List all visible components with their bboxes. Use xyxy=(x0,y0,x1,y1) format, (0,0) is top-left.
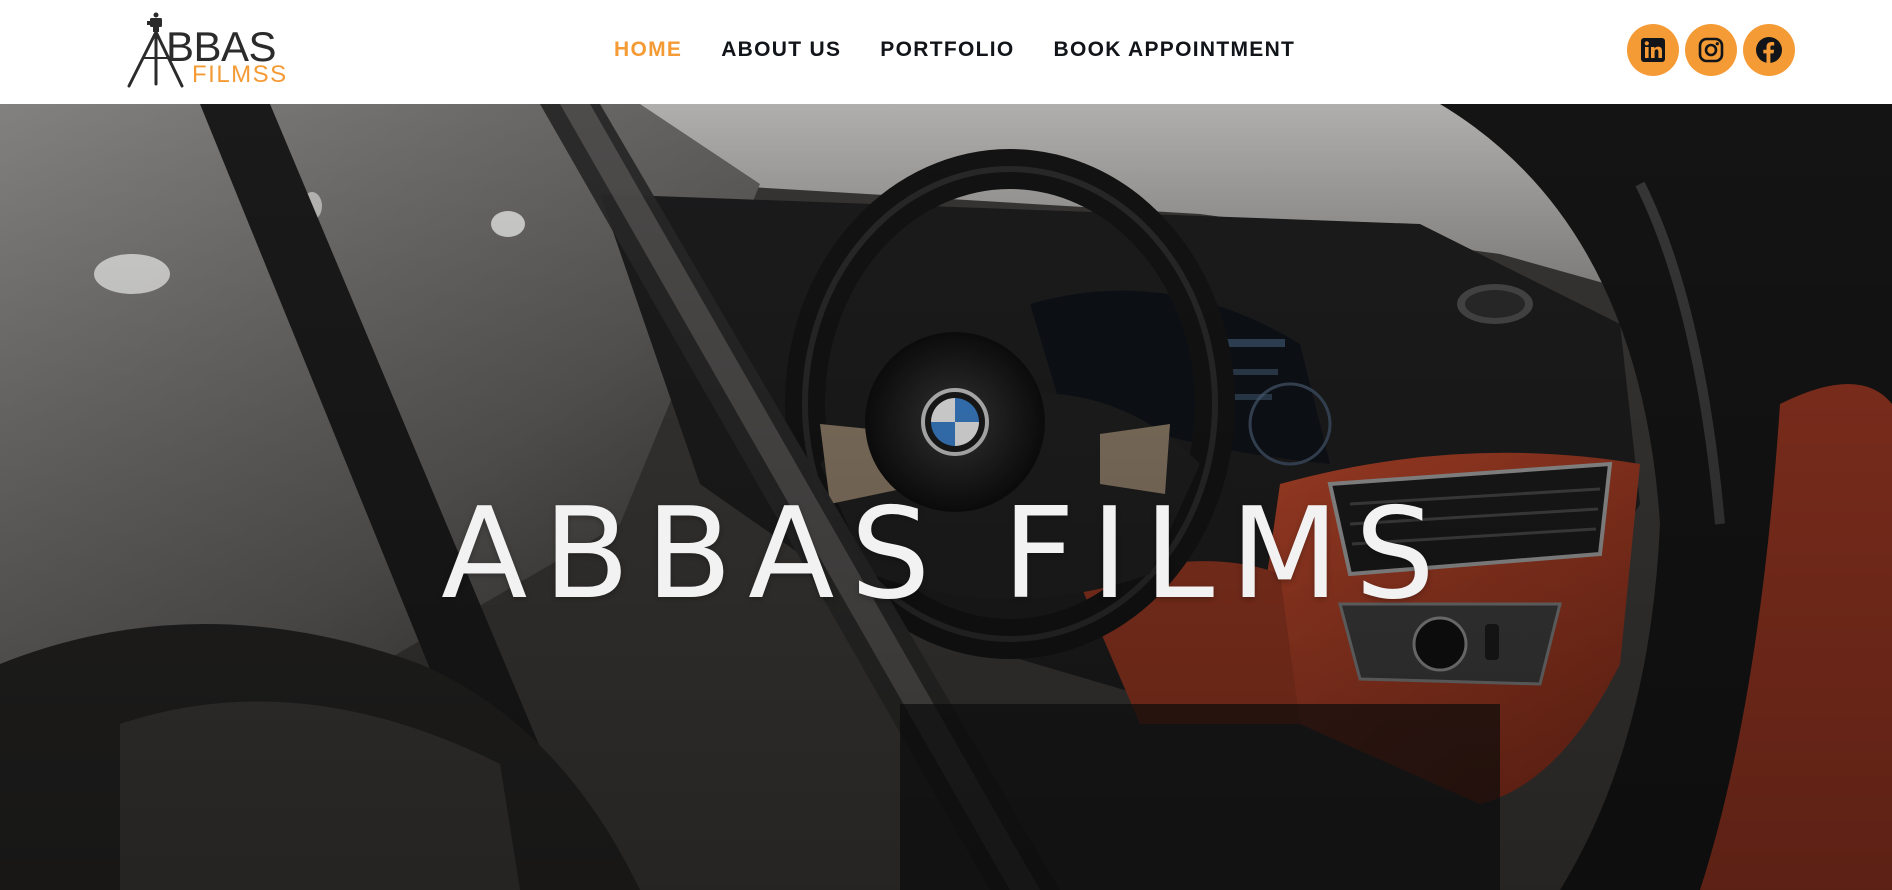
facebook-button[interactable] xyxy=(1743,24,1795,76)
nav-book-appointment[interactable]: BOOK APPOINTMENT xyxy=(1053,36,1295,66)
nav-portfolio[interactable]: PORTFOLIO xyxy=(880,36,1014,66)
nav-about-us[interactable]: ABOUT US xyxy=(721,36,841,66)
main-nav: HOME ABOUT US PORTFOLIO BOOK APPOINTMENT xyxy=(614,36,1295,66)
social-links xyxy=(1627,24,1795,76)
facebook-icon xyxy=(1756,37,1782,63)
nav-home[interactable]: HOME xyxy=(614,36,682,66)
site-logo[interactable]: BBAS FILMSS xyxy=(126,12,296,88)
logo-subtitle: FILMSS xyxy=(192,61,288,88)
hero-section: ABBAS FILMS xyxy=(0,104,1892,890)
linkedin-icon xyxy=(1641,38,1665,62)
instagram-button[interactable] xyxy=(1685,24,1737,76)
linkedin-button[interactable] xyxy=(1627,24,1679,76)
hero-title: ABBAS FILMS xyxy=(441,480,1451,627)
site-header: BBAS FILMSS HOME ABOUT US PORTFOLIO BOOK… xyxy=(0,0,1892,104)
instagram-icon xyxy=(1698,37,1724,63)
